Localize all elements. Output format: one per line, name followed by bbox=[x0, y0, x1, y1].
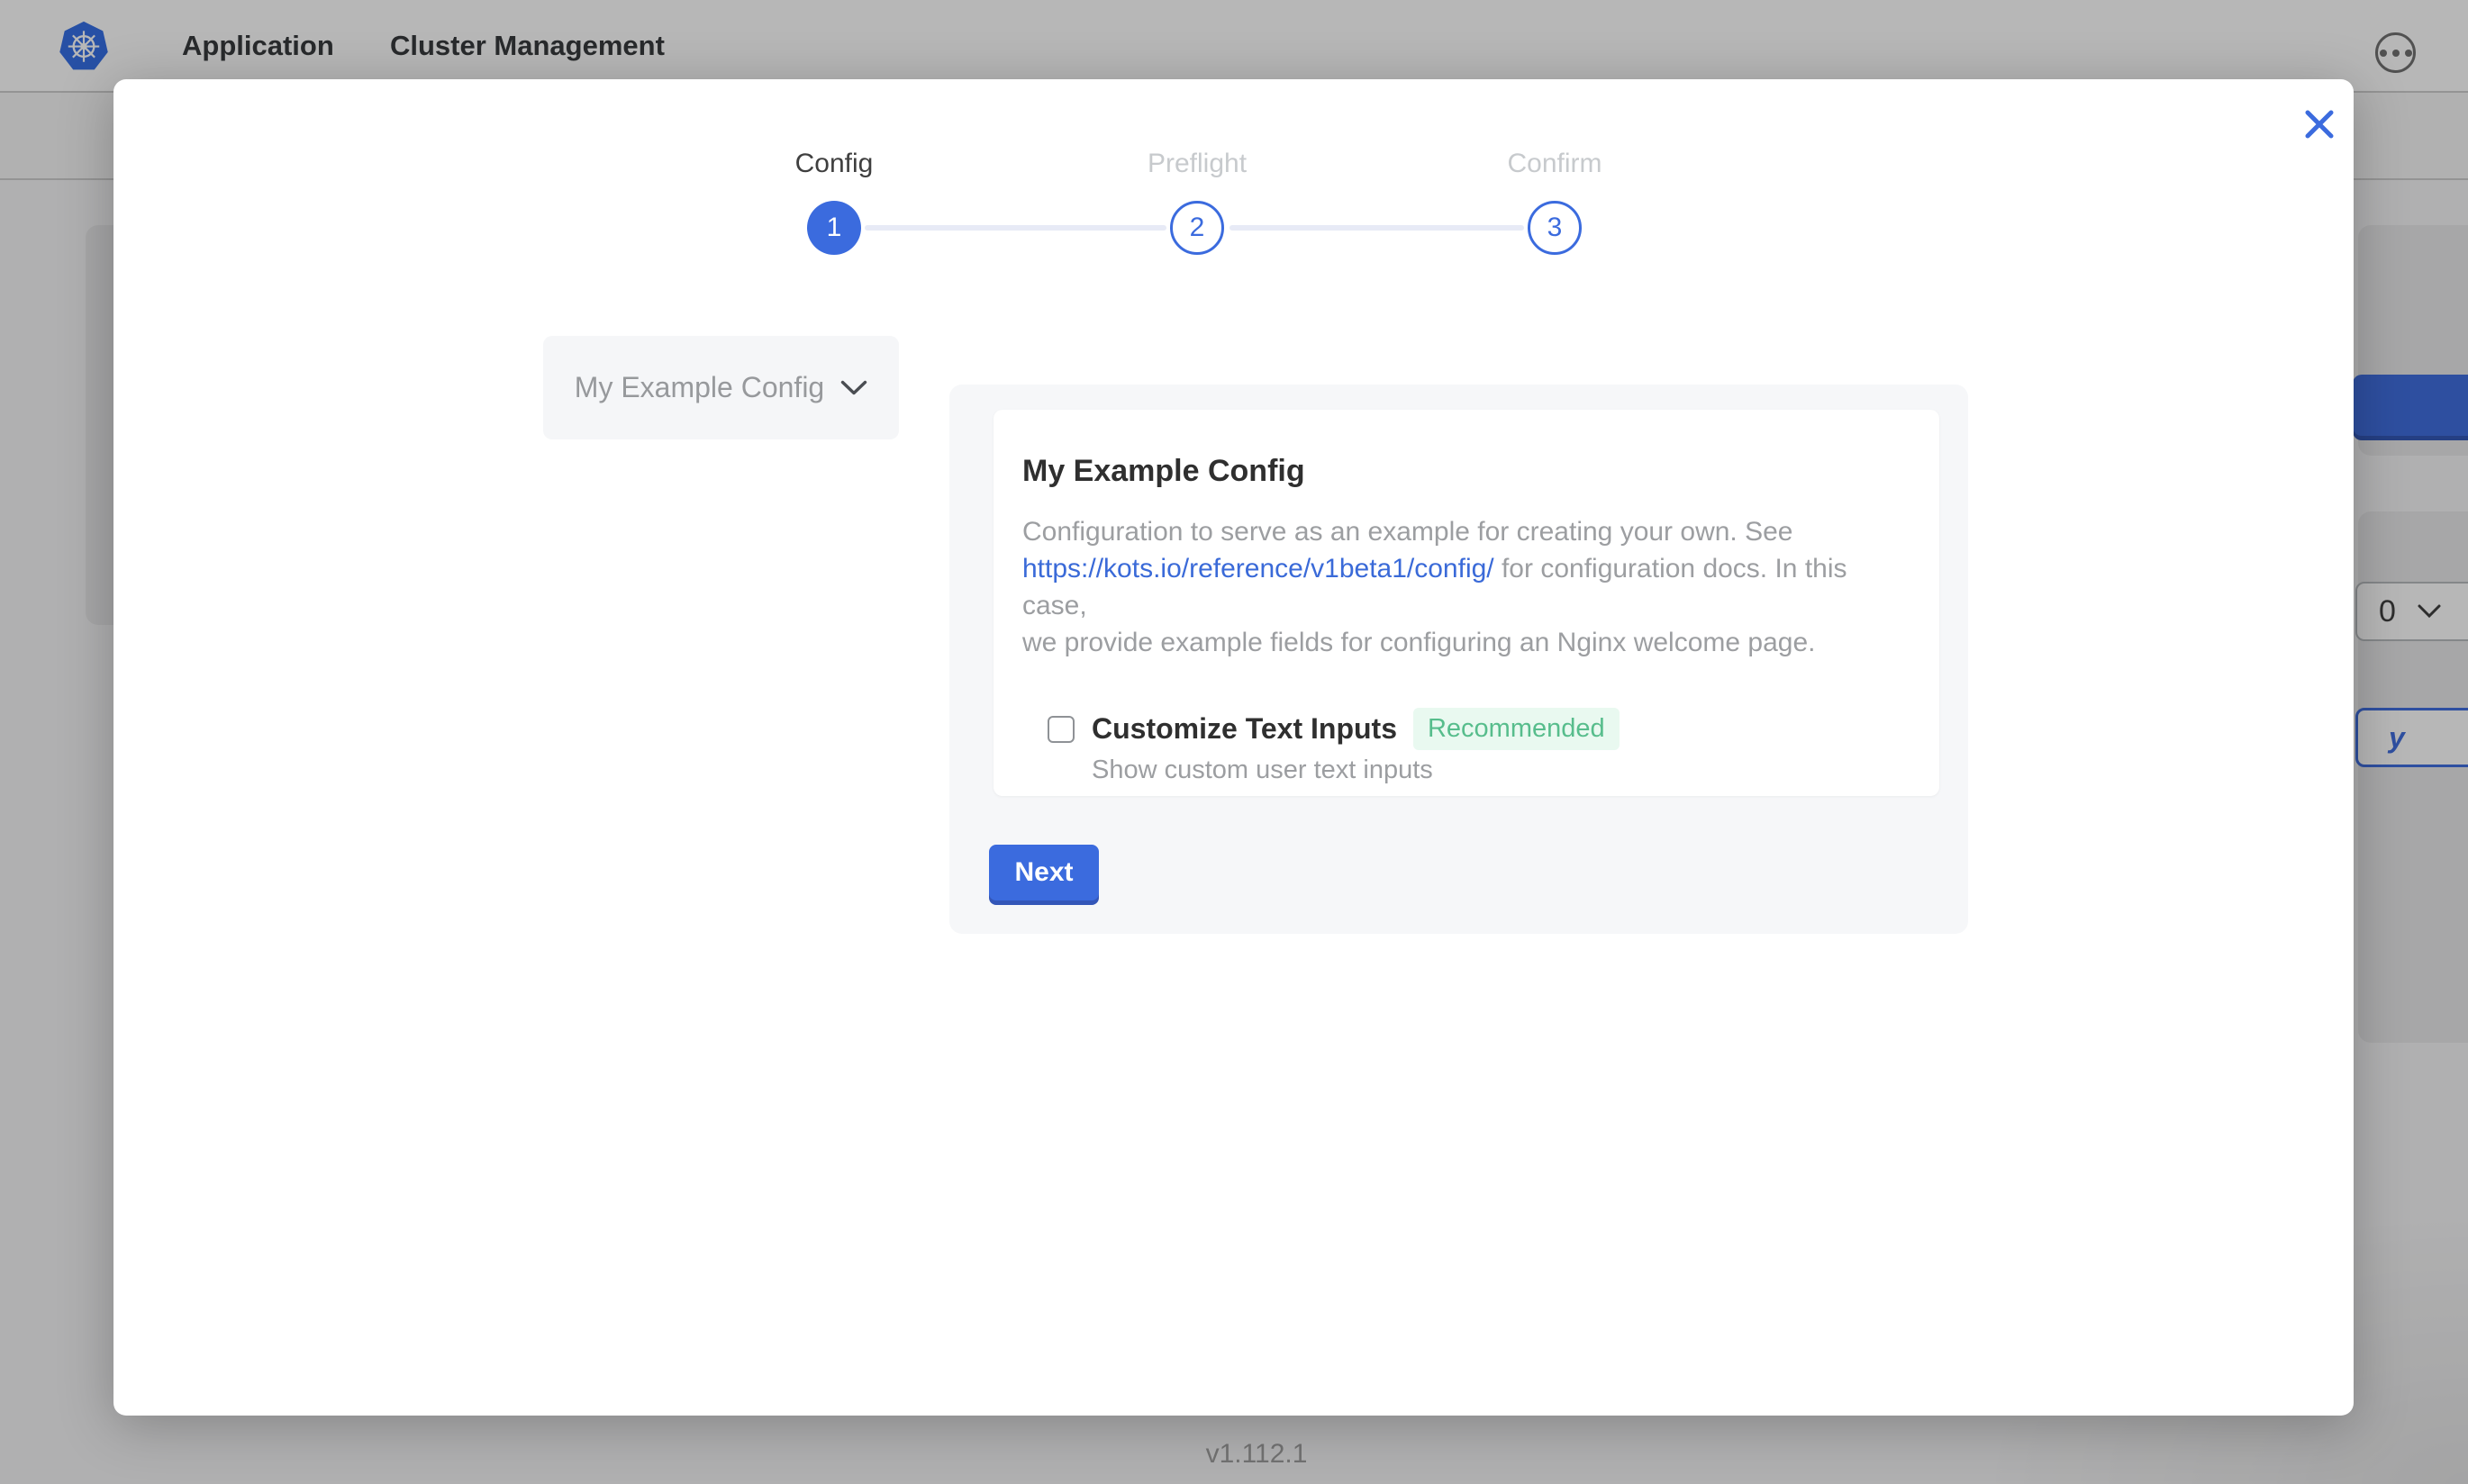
customize-text-inputs-label[interactable]: Customize Text Inputs bbox=[1092, 712, 1397, 746]
config-group-selector-label: My Example Config bbox=[575, 371, 824, 404]
customize-text-inputs-help: Show custom user text inputs bbox=[1092, 756, 1910, 785]
step-circle-1: 1 bbox=[807, 201, 861, 255]
customize-text-inputs-checkbox[interactable] bbox=[1048, 716, 1075, 743]
step-label-preflight: Preflight bbox=[1062, 149, 1332, 179]
step-circle-2: 2 bbox=[1170, 201, 1224, 255]
step-connector-2 bbox=[1229, 225, 1524, 231]
config-docs-link[interactable]: https://kots.io/reference/v1beta1/config… bbox=[1022, 554, 1494, 584]
config-wizard-modal: Config Preflight Confirm 1 2 3 My Exampl… bbox=[113, 79, 2354, 1416]
chevron-down-icon bbox=[840, 380, 867, 396]
step-number-3: 3 bbox=[1547, 213, 1563, 243]
config-group-card: My Example Config Configuration to serve… bbox=[994, 410, 1939, 796]
config-group-title: My Example Config bbox=[1022, 453, 1910, 490]
step-label-config: Config bbox=[699, 149, 969, 179]
config-panel: My Example Config Configuration to serve… bbox=[949, 385, 1968, 934]
step-number-2: 2 bbox=[1190, 213, 1205, 243]
next-button[interactable]: Next bbox=[989, 845, 1099, 900]
config-group-description: Configuration to serve as an example for… bbox=[1022, 513, 1910, 661]
recommended-badge: Recommended bbox=[1413, 708, 1620, 750]
config-group-selector[interactable]: My Example Config bbox=[543, 336, 899, 439]
customize-text-inputs-row: Customize Text Inputs Recommended bbox=[1048, 708, 1910, 750]
close-icon bbox=[2301, 106, 2337, 142]
step-circle-3: 3 bbox=[1528, 201, 1582, 255]
step-number-1: 1 bbox=[827, 213, 842, 243]
description-line-3: we provide example fields for configurin… bbox=[1022, 628, 1815, 657]
step-connector-1 bbox=[865, 225, 1166, 231]
close-button[interactable] bbox=[2298, 103, 2341, 146]
screen: Application Cluster Management 0 y v1.11… bbox=[0, 0, 2468, 1484]
description-line-1: Configuration to serve as an example for… bbox=[1022, 517, 1792, 547]
step-label-confirm: Confirm bbox=[1420, 149, 1690, 179]
